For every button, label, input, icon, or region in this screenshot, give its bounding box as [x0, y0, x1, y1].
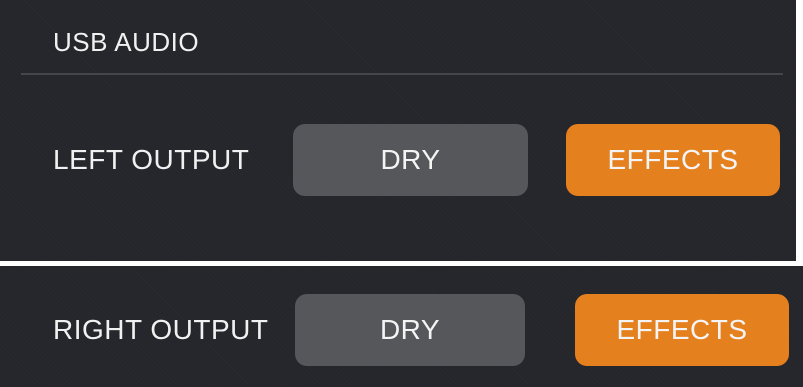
right-output-dry-label: DRY	[379, 314, 441, 345]
right-output-panel: RIGHT OUTPUT DRY EFFECTS	[0, 266, 803, 387]
right-output-dry-button[interactable]: DRY	[295, 294, 525, 366]
left-output-dry-button[interactable]: DRY	[293, 124, 528, 196]
left-output-effects-button[interactable]: EFFECTS	[566, 124, 780, 196]
left-output-dry-label: DRY	[380, 144, 441, 175]
usb-audio-panel: USB AUDIO LEFT OUTPUT DRY EFFECTS	[0, 0, 796, 261]
right-output-effects-button[interactable]: EFFECTS	[575, 294, 789, 366]
left-output-label: LEFT OUTPUT	[53, 144, 250, 175]
section-divider	[21, 73, 783, 75]
left-output-effects-label: EFFECTS	[607, 144, 739, 175]
right-output-label: RIGHT OUTPUT	[53, 314, 269, 345]
section-title: USB AUDIO	[53, 27, 200, 57]
right-output-effects-label: EFFECTS	[616, 314, 748, 345]
